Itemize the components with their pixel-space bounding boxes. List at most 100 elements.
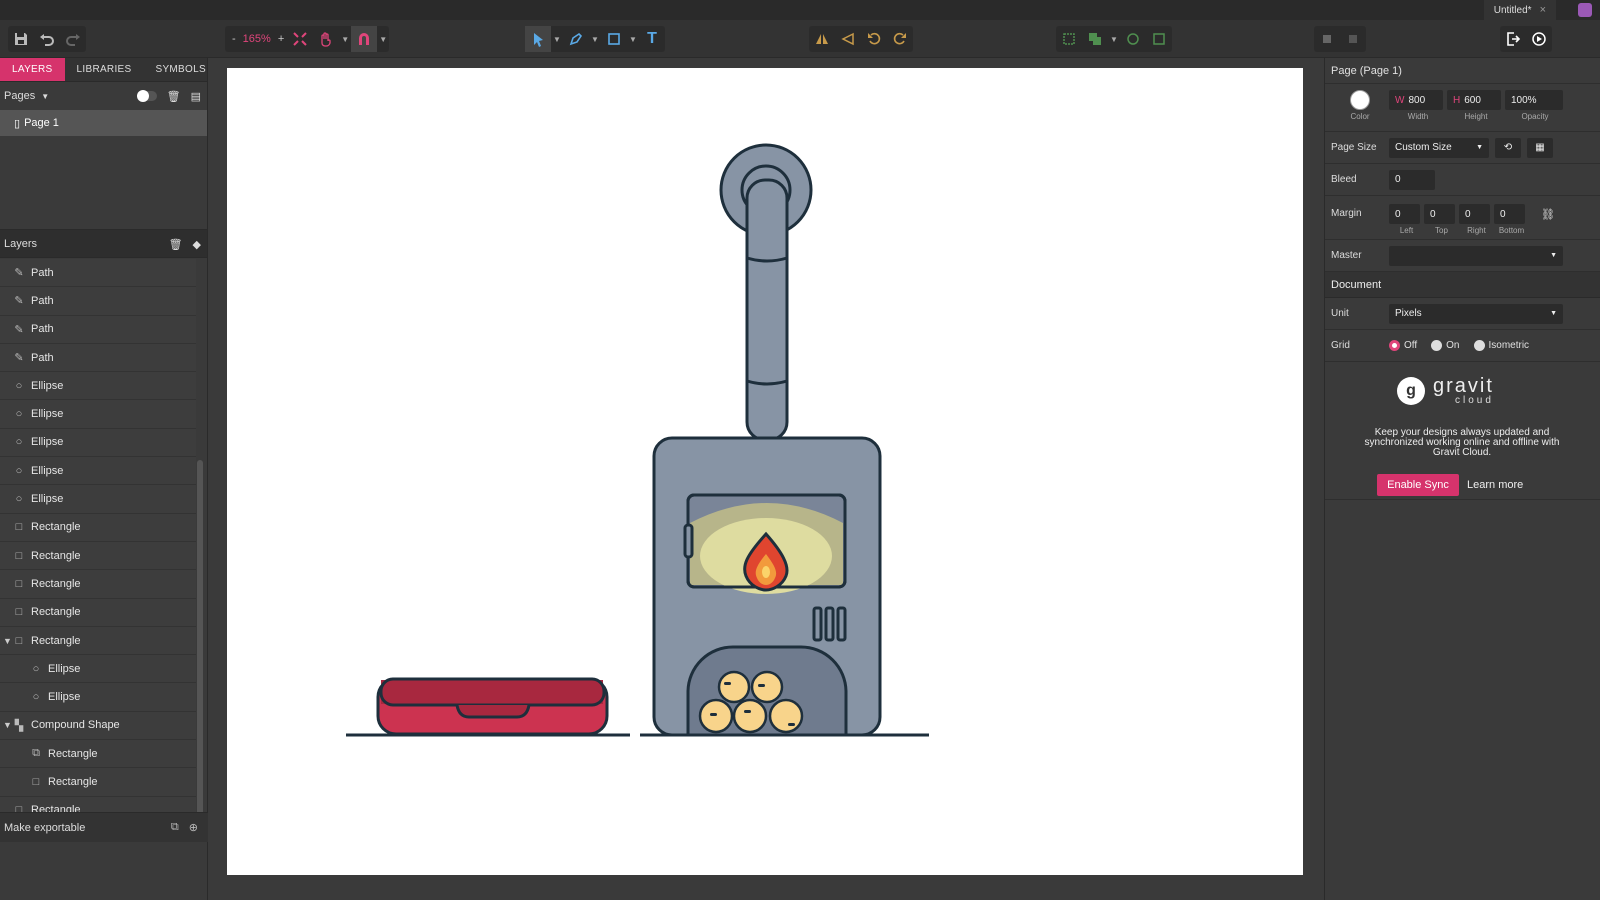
log (732, 698, 768, 734)
enable-sync-button[interactable]: Enable Sync (1377, 474, 1459, 496)
height-control: H 600 Height (1447, 90, 1505, 121)
layer-row[interactable]: ○ Ellipse (0, 485, 196, 514)
layer-row[interactable]: □ Rectangle (0, 768, 196, 797)
export-icon[interactable] (1500, 26, 1526, 52)
flip-horizontal-icon[interactable] (809, 26, 835, 52)
text-tool-icon[interactable]: T (639, 26, 665, 52)
wood-stove-illustration[interactable] (227, 68, 1303, 875)
toggle-switch[interactable] (136, 90, 157, 102)
layer-row[interactable]: ✎ Path (0, 343, 196, 373)
ellipse-layer-icon: ○ (15, 436, 23, 449)
redo-icon[interactable] (60, 26, 86, 52)
pen-tool-icon[interactable] (563, 26, 589, 52)
margin-left-field[interactable]: 0 (1389, 204, 1420, 224)
layer-row[interactable]: ▼ □ Rectangle (0, 626, 196, 656)
hand-tool-icon[interactable] (313, 26, 339, 52)
layer-row[interactable]: ✎ Path (0, 287, 196, 316)
close-tab-icon[interactable]: × (1540, 4, 1546, 16)
layer-row[interactable]: ✎ Path (0, 259, 196, 288)
layer-row[interactable]: □ Rectangle (0, 513, 196, 542)
zoom-level[interactable]: 165% (239, 33, 275, 45)
chevron-down-icon[interactable]: ▼ (551, 26, 563, 52)
tab-libraries[interactable]: LIBRARIES (65, 58, 144, 81)
canvas-area[interactable] (209, 58, 1323, 900)
page-size-value: Custom Size (1395, 142, 1452, 153)
layer-row[interactable]: ⧉ Rectangle (0, 740, 196, 769)
snap-magnet-icon[interactable] (351, 26, 378, 52)
present-icon[interactable] (1526, 26, 1552, 52)
expand-triangle-icon[interactable]: ▼ (3, 636, 12, 646)
pointer-tool-icon[interactable] (525, 26, 551, 52)
layer-row[interactable]: □ Rectangle (0, 541, 196, 571)
fit-screen-icon[interactable] (287, 26, 313, 52)
chevron-down-icon[interactable]: ▼ (41, 92, 49, 101)
layer-row[interactable]: □ Rectangle (0, 570, 196, 599)
page-size-select[interactable]: Custom Size ▼ (1389, 137, 1489, 158)
rectangle-tool-icon[interactable] (601, 26, 627, 52)
layer-row[interactable]: ○ Ellipse (0, 655, 196, 684)
margin-right-field[interactable]: 0 (1459, 204, 1490, 224)
chevron-down-icon[interactable]: ▼ (627, 26, 639, 52)
rotate-left-icon[interactable] (861, 26, 887, 52)
layer-row[interactable]: ▼ ▚ Compound Shape (0, 711, 196, 741)
layer-row[interactable]: ○ Ellipse (0, 428, 196, 458)
artboard-page[interactable] (227, 68, 1303, 875)
chevron-down-icon[interactable]: ▼ (377, 26, 389, 52)
chevron-down-icon[interactable]: ▼ (589, 26, 601, 52)
export-tools (1500, 26, 1552, 52)
layer-row[interactable]: ○ Ellipse (0, 457, 196, 486)
opacity-field[interactable]: 100% (1505, 90, 1563, 110)
add-export-icon[interactable]: ⊕ (189, 821, 198, 834)
export-slice-icon[interactable]: ⧉ (171, 821, 179, 834)
tab-layers[interactable]: LAYERS (0, 58, 65, 81)
grid-on-radio[interactable]: On (1431, 340, 1460, 351)
send-backward-icon[interactable] (1340, 26, 1366, 52)
width-field[interactable]: W 800 (1389, 90, 1443, 110)
flip-vertical-icon[interactable] (835, 26, 861, 52)
bleed-field[interactable]: 0 (1389, 169, 1435, 190)
layer-row[interactable]: □ Rectangle (0, 598, 196, 627)
layer-row[interactable]: ○ Ellipse (0, 372, 196, 401)
add-page-icon[interactable]: ▤ (191, 90, 201, 103)
save-icon[interactable] (8, 26, 34, 52)
layer-row[interactable]: □ Rectangle (0, 796, 196, 813)
color-swatch[interactable] (1350, 90, 1370, 110)
margin-bottom-field[interactable]: 0 (1494, 204, 1525, 224)
rotate-right-icon[interactable] (887, 26, 913, 52)
chevron-down-icon[interactable]: ▼ (1108, 26, 1120, 52)
make-exportable-label[interactable]: Make exportable (4, 822, 85, 834)
master-select[interactable]: ▼ (1389, 245, 1563, 266)
orientation-icon[interactable]: ⟲ (1495, 137, 1521, 158)
tab-symbols[interactable]: SYMBOLS (143, 58, 217, 81)
expand-triangle-icon[interactable]: ▼ (3, 720, 12, 730)
layer-scrollbar[interactable] (197, 460, 203, 832)
chevron-down-icon[interactable]: ▼ (339, 26, 351, 52)
fit-artboard-icon[interactable]: ▦ (1527, 137, 1553, 158)
file-tools (8, 26, 86, 52)
layer-row[interactable]: ○ Ellipse (0, 400, 196, 429)
zoom-in-button[interactable]: + (275, 33, 287, 45)
trash-icon[interactable]: 🗑 (169, 238, 183, 251)
page-icon: ▯ (14, 117, 21, 130)
bring-forward-icon[interactable] (1314, 26, 1340, 52)
trash-icon[interactable]: 🗑 (167, 90, 181, 103)
document-tab[interactable]: Untitled* × (1483, 0, 1556, 20)
union-icon[interactable] (1082, 26, 1108, 52)
subtract-icon[interactable] (1120, 26, 1146, 52)
group-icon[interactable] (1056, 26, 1082, 52)
layer-row[interactable]: ✎ Path (0, 315, 196, 344)
grid-off-radio[interactable]: Off (1389, 340, 1417, 351)
zoom-out-button[interactable]: - (229, 33, 239, 45)
margin-top-field[interactable]: 0 (1424, 204, 1455, 224)
learn-more-link[interactable]: Learn more (1467, 474, 1523, 496)
grid-isometric-radio[interactable]: Isometric (1473, 340, 1529, 351)
link-margins-icon[interactable]: ⛓ (1541, 208, 1555, 221)
unit-select[interactable]: Pixels ▼ (1389, 303, 1563, 324)
height-field[interactable]: H 600 (1447, 90, 1501, 110)
pages-dropdown[interactable]: Pages (4, 90, 35, 102)
page-item[interactable]: ▯ Page 1 (0, 110, 207, 136)
layer-row[interactable]: ○ Ellipse (0, 683, 196, 712)
add-layer-icon[interactable]: ◆ (193, 238, 201, 251)
intersect-icon[interactable] (1146, 26, 1172, 52)
undo-icon[interactable] (34, 26, 60, 52)
